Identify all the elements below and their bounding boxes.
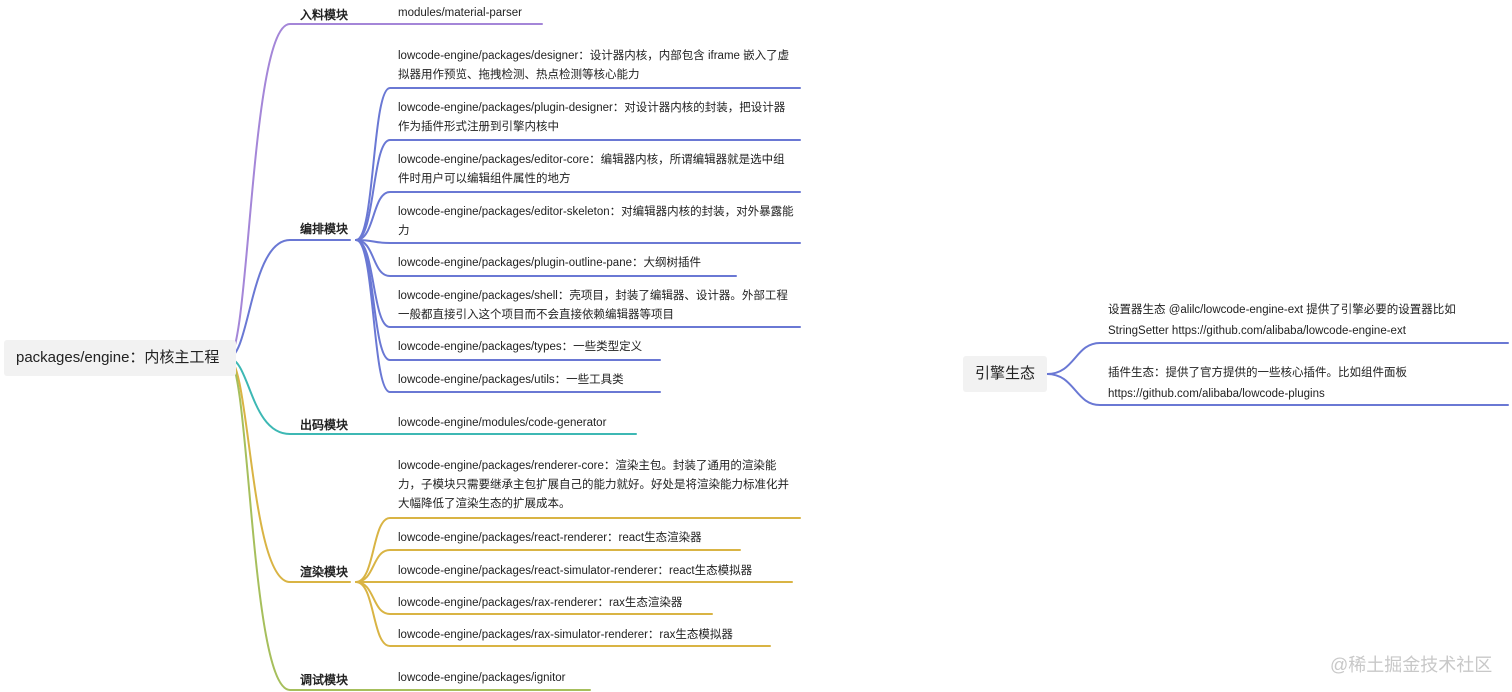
watermark: @稀土掘金技术社区: [1330, 655, 1493, 675]
leaf-material-parser[interactable]: modules/material-parser: [398, 4, 558, 23]
leaf-plugin-ecosystem[interactable]: 插件生态：提供了官方提供的一些核心插件。比如组件面板 https://githu…: [1108, 363, 1408, 405]
leaf-react-simulator-renderer[interactable]: lowcode-engine/packages/react-simulator-…: [398, 562, 798, 581]
root-topic[interactable]: packages/engine：内核主工程: [4, 340, 236, 376]
leaf-plugin-outline-pane[interactable]: lowcode-engine/packages/plugin-outline-p…: [398, 254, 738, 273]
leaf-rax-renderer[interactable]: lowcode-engine/packages/rax-renderer：rax…: [398, 594, 798, 613]
leaf-editor-skeleton[interactable]: lowcode-engine/packages/editor-skeleton：…: [398, 203, 794, 241]
leaf-react-renderer[interactable]: lowcode-engine/packages/react-renderer：r…: [398, 529, 798, 548]
branch-intake[interactable]: 入料模块: [300, 6, 348, 23]
leaf-rax-simulator-renderer[interactable]: lowcode-engine/packages/rax-simulator-re…: [398, 626, 798, 645]
branch-codegen[interactable]: 出码模块: [300, 416, 348, 433]
connector-root-render: [227, 357, 351, 583]
leaf-renderer-core[interactable]: lowcode-engine/packages/renderer-core：渲染…: [398, 457, 798, 514]
leaf-editor-core[interactable]: lowcode-engine/packages/editor-core：编辑器内…: [398, 151, 794, 189]
leaf-designer[interactable]: lowcode-engine/packages/designer：设计器内核，内…: [398, 47, 794, 85]
leaf-setter-ecosystem[interactable]: 设置器生态 @alilc/lowcode-engine-ext 提供了引擎必要的…: [1108, 300, 1498, 342]
leaf-shell[interactable]: lowcode-engine/packages/shell：壳项目，封装了编辑器…: [398, 287, 794, 325]
root-topic-ecosystem[interactable]: 引擎生态: [963, 356, 1047, 392]
connector-root-debug: [227, 357, 351, 691]
branch-orchestration[interactable]: 编排模块: [300, 220, 348, 237]
branch-render[interactable]: 渲染模块: [300, 563, 348, 580]
leaf-utils[interactable]: lowcode-engine/packages/utils：一些工具类: [398, 371, 698, 390]
leaf-types[interactable]: lowcode-engine/packages/types：一些类型定义: [398, 338, 698, 357]
connector-root-intake: [227, 23, 351, 359]
leaf-code-generator[interactable]: lowcode-engine/modules/code-generator: [398, 414, 698, 433]
leaf-ignitor[interactable]: lowcode-engine/packages/ignitor: [398, 669, 698, 688]
branch-debug[interactable]: 调试模块: [300, 671, 348, 688]
leaf-plugin-designer[interactable]: lowcode-engine/packages/plugin-designer：…: [398, 99, 794, 137]
